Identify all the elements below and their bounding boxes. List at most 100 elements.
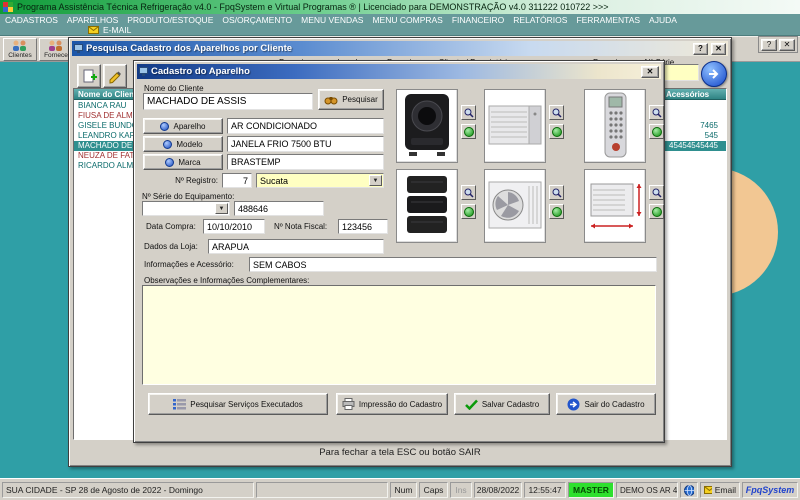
loja-field[interactable]: ARAPUA	[208, 239, 384, 254]
status-user-badge: MASTER	[568, 482, 614, 498]
zoom-button[interactable]	[649, 185, 664, 200]
product-6-buttons	[649, 185, 664, 219]
obs-textarea[interactable]	[142, 285, 656, 385]
app-titlebar[interactable]: Programa Assistência Técnica Refrigeraçã…	[0, 0, 800, 14]
menu-ajuda[interactable]: AJUDA	[649, 15, 677, 25]
aparelho-button[interactable]: Aparelho	[143, 118, 223, 134]
chevron-down-icon[interactable]: ▼	[369, 175, 382, 186]
app-title: Programa Assistência Técnica Refrigeraçã…	[17, 2, 609, 12]
aparelho-field[interactable]: AR CONDICIONADO	[227, 118, 384, 134]
load-image-button[interactable]	[461, 124, 476, 139]
status-brand: FpqSystem	[742, 482, 798, 498]
window-footer-hint: Para fechar a tela ESC ou botão SAIR	[69, 447, 731, 458]
zoom-button[interactable]	[649, 105, 664, 120]
grid-header-name[interactable]: Nome do Cliente	[78, 90, 141, 99]
status-email-button[interactable]: Email	[700, 482, 740, 498]
new-record-button[interactable]	[77, 64, 101, 88]
info-label: Informações e Acessório:	[144, 260, 234, 269]
menu-produto-estoque[interactable]: PRODUTO/ESTOQUE	[127, 15, 213, 25]
window-icon	[74, 44, 83, 53]
load-image-button[interactable]	[649, 124, 664, 139]
toolbar-fornecedores-label: Fornece	[44, 52, 68, 59]
dialog-title: Cadastro do Aparelho	[151, 66, 638, 77]
magnifier-icon	[552, 188, 562, 198]
load-image-button[interactable]	[549, 204, 564, 219]
device-dialog: Cadastro do Aparelho ✕ Nome do Cliente M…	[133, 60, 665, 443]
load-image-button[interactable]	[649, 204, 664, 219]
zoom-button[interactable]	[549, 105, 564, 120]
dialog-titlebar[interactable]: Cadastro do Aparelho ✕	[137, 64, 661, 79]
modelo-field[interactable]: JANELA FRIO 7500 BTU	[227, 136, 384, 152]
close-icon: ✕	[784, 40, 791, 49]
product-image-remote	[584, 89, 646, 163]
green-ball-icon	[552, 127, 562, 137]
load-image-button[interactable]	[461, 204, 476, 219]
modelo-button[interactable]: Modelo	[143, 136, 223, 152]
search-window-title: Pesquisa Cadastro dos Aparelhos por Clie…	[86, 43, 690, 54]
nota-field[interactable]: 123456	[338, 219, 388, 234]
chevron-down-icon[interactable]: ▼	[215, 203, 228, 214]
exit-record-button[interactable]: Sair do Cadastro	[556, 393, 656, 415]
print-record-button[interactable]: Impressão do Cadastro	[336, 393, 448, 415]
product-5-buttons	[549, 185, 564, 219]
toolbar-clientes-button[interactable]: Clientes	[3, 38, 37, 61]
client-search-button[interactable]: Pesquisar	[318, 89, 384, 110]
menu-vendas[interactable]: MENU VENDAS	[301, 15, 363, 25]
serie-field[interactable]: 488646	[234, 201, 324, 216]
search-services-button[interactable]: Pesquisar Serviços Executados	[148, 393, 328, 415]
menu-aparelhos[interactable]: APARELHOS	[67, 15, 118, 25]
zoom-button[interactable]	[549, 185, 564, 200]
marca-field[interactable]: BRASTEMP	[227, 154, 384, 170]
save-record-button[interactable]: Salvar Cadastro	[454, 393, 550, 415]
product-image-condenser	[484, 89, 546, 163]
menubar: CADASTROS APARELHOS PRODUTO/ESTOQUE OS/O…	[0, 14, 800, 25]
marca-button[interactable]: Marca	[143, 154, 223, 170]
magnifier-icon	[652, 188, 662, 198]
nota-label: Nº Nota Fiscal:	[274, 222, 327, 231]
exit-arrow-icon	[567, 398, 580, 411]
serie-combo[interactable]: ▼	[142, 201, 230, 216]
info-field[interactable]: SEM CABOS	[249, 257, 657, 272]
menu-relatorios[interactable]: RELATÓRIOS	[513, 15, 567, 25]
window-close-button[interactable]: ✕	[711, 43, 726, 55]
binoculars-icon	[324, 95, 338, 105]
status-time: 12:55:47	[524, 482, 566, 498]
grid-header-right[interactable]: Acessórios	[666, 90, 709, 99]
client-label: Nome do Cliente	[144, 84, 204, 93]
zoom-button[interactable]	[461, 105, 476, 120]
edit-record-button[interactable]	[103, 64, 127, 88]
printer-icon	[342, 398, 355, 410]
compra-field[interactable]: 10/10/2010	[203, 219, 265, 234]
zoom-button[interactable]	[461, 185, 476, 200]
menu-compras[interactable]: MENU COMPRAS	[372, 15, 442, 25]
corner-help-button[interactable]: ?	[761, 39, 777, 51]
menu-cadastros[interactable]: CADASTROS	[5, 15, 58, 25]
status-combo[interactable]: Sucata ▼	[256, 173, 384, 188]
menu-ferramentas[interactable]: FERRAMENTAS	[576, 15, 640, 25]
product-image-tower	[396, 169, 458, 243]
corner-close-button[interactable]: ✕	[779, 39, 795, 51]
search-window-titlebar[interactable]: Pesquisa Cadastro dos Aparelhos por Clie…	[72, 41, 728, 56]
menubar-email-row: E-MAIL	[0, 25, 800, 36]
close-icon: ✕	[647, 67, 654, 76]
menu-email[interactable]: E-MAIL	[103, 25, 131, 35]
window-help-button[interactable]: ?	[693, 43, 708, 55]
load-image-button[interactable]	[549, 124, 564, 139]
green-ball-icon	[552, 207, 562, 217]
product-image-dimensions	[584, 169, 646, 243]
product-image-portable-ac	[396, 89, 458, 163]
people-icon	[11, 40, 29, 52]
registro-label: Nº Registro:	[142, 176, 218, 185]
menu-os-orcamento[interactable]: OS/ORÇAMENTO	[222, 15, 292, 25]
serie-label: Nº Série do Equipamento:	[142, 192, 234, 201]
green-ball-icon	[464, 207, 474, 217]
dialog-close-button[interactable]: ✕	[641, 66, 659, 78]
status-date: 28/08/2022	[474, 482, 522, 498]
status-caps: Caps	[419, 482, 448, 498]
registro-field[interactable]: 7	[222, 173, 252, 188]
product-1-buttons	[461, 105, 476, 139]
go-search-button[interactable]	[701, 61, 727, 87]
menu-financeiro[interactable]: FINANCEIRO	[452, 15, 504, 25]
loja-label: Dados da Loja:	[144, 242, 198, 251]
client-name-field[interactable]: MACHADO DE ASSIS	[143, 93, 313, 110]
